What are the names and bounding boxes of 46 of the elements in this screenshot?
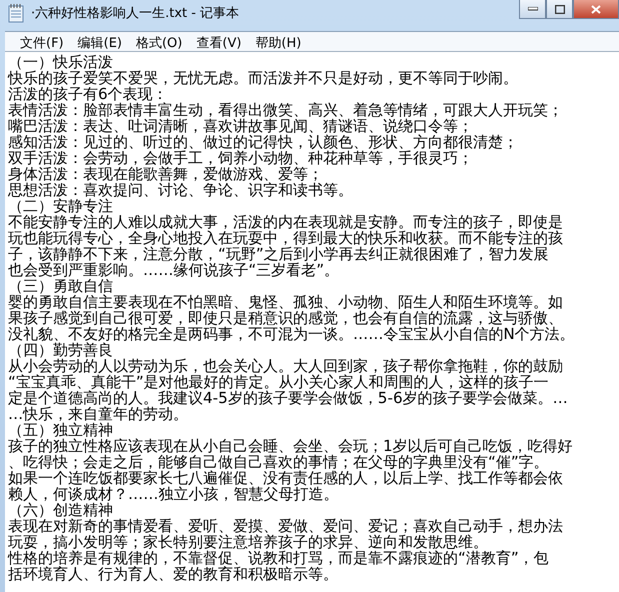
text-line: 玩也能玩得专心，全身心地投入在玩耍中，得到最大的快乐和收获。而不能专注的孩: [8, 230, 564, 246]
text-line: 快乐的孩子爱笑不爱哭，无忧无虑。而活泼并不只是好动，更不等同于吵闹。: [8, 70, 519, 86]
text-line: （三）勇敢自信: [8, 278, 113, 294]
text-line: 子，该静静不下来，注意分散，“玩野”之后到小学再去纠正就很困难了，智力发展: [8, 246, 550, 262]
menu-item[interactable]: 查看(V): [189, 32, 248, 51]
minimize-button[interactable]: [519, 0, 546, 19]
window-title: ·六种好性格影响人一生.txt - 记事本: [31, 5, 240, 22]
text-line: 不能安静专注的人难以成就大事，活泼的内在表现就是安静。而专注的孩子，即使是: [8, 214, 564, 230]
text-line: （五）独立精神: [8, 422, 114, 438]
text-line: 如果一个连吃饭都要家长七八遍催促、没有责任感的人，以后上学、找工作等都会依: [8, 470, 564, 486]
menu-item[interactable]: 格式(O): [128, 32, 190, 51]
text-line: 表情活泼：脸部表情丰富生动，看得出微笑、高兴、着急等情绪，可跟大人开玩笑；: [8, 102, 564, 118]
close-button[interactable]: [573, 0, 619, 19]
minimize-icon: [528, 7, 538, 11]
text-line: 双手活泼：会劳动，会做手工，饲养小动物、种花种草等，手很灵巧；: [8, 150, 474, 166]
text-line: 没礼貌、不友好的格完全是两码事，不可混为一谈。……令宝宝从小自信的N个方法。: [8, 326, 576, 342]
text-line: 活泼的孩子有6个表现：: [8, 86, 168, 102]
text-line: 也会受到严重影响。……缘何说孩子“三岁看老”。: [8, 262, 340, 278]
text-line: 身体活泼：表现在能歌善舞，爱做游戏、爱等；: [8, 166, 324, 182]
maximize-button[interactable]: [546, 0, 573, 19]
text-line: 从小会劳动的人以劳动为乐，也会关心人。大人回到家，孩子帮你拿拖鞋，你的鼓励: [8, 358, 564, 374]
close-icon: [591, 4, 601, 14]
text-line: （一）快乐活泼: [8, 54, 114, 70]
text-line: 孩子的独立性格应该表现在从小自己会睡、会坐、会玩；1岁以后可自己吃饭，吃得好: [8, 438, 574, 454]
maximize-icon: [554, 4, 564, 14]
text-line: 婴的勇敢自信主要表现在不怕黑暗、鬼怪、孤独、小动物、陌生人和陌生环境等。如: [8, 294, 564, 310]
text-line: 思想活泼：喜欢提问、讨论、争论、识字和读书等。: [8, 182, 354, 198]
text-line: 括环境育人、行为育人、爱的教育和积极暗示等。: [8, 566, 339, 582]
text-line: （四）勤劳善良: [8, 342, 114, 358]
notepad-icon: [7, 3, 25, 23]
text-line: 定是个道德高尚的人。我建议4-5岁的孩子要学会做饭，5-6岁的孩子要学会做菜。…: [8, 390, 569, 406]
text-line: …快乐，来自童年的劳动。: [8, 406, 188, 422]
text-line: 果孩子感觉到自己很可爱，即使只是稍意识的感觉，也会有自信的流露，这与骄傲、: [8, 310, 564, 326]
text-line: 感知活泼：见过的、听过的、做过的记得快，认颜色、形状、方向都很清楚；: [8, 134, 519, 150]
text-line: 赖人，何谈成材？……独立小孩，智慧父母打造。: [8, 486, 340, 502]
text-line: 性格的培养是有规律的，不靠督促、说教和打骂，而是靠不露痕迹的“潜教育”，包: [8, 550, 550, 566]
text-line: 、吃得快；会走之后，能够自己做自己喜欢的事情；在父母的字典里没有“催”字。: [8, 454, 550, 470]
menu-item[interactable]: 编辑(E): [70, 32, 129, 51]
text-line: “宝宝真乖、真能干”是对他最好的肯定。从小关心家人和周围的人，这样的孩子一: [8, 374, 550, 390]
text-line: 表现在对新奇的事情爱看、爱听、爱摸、爱做、爱问、爱记；喜欢自己动手，想办法: [8, 518, 564, 534]
text-line: （二）安静专注: [8, 198, 113, 214]
text-line: 嘴巴活泼：表达、吐词清晰，喜欢讲故事见闻、猜谜语、说绕口令等；: [8, 118, 474, 134]
menu-item[interactable]: 文件(F): [13, 32, 71, 51]
text-line: 玩耍，搞小发明等；家长特别要注意培养孩子的求异、逆向和发散思维。: [8, 534, 489, 550]
text-line: （六）创造精神: [8, 502, 113, 518]
menu-item[interactable]: 帮助(H): [248, 32, 308, 51]
